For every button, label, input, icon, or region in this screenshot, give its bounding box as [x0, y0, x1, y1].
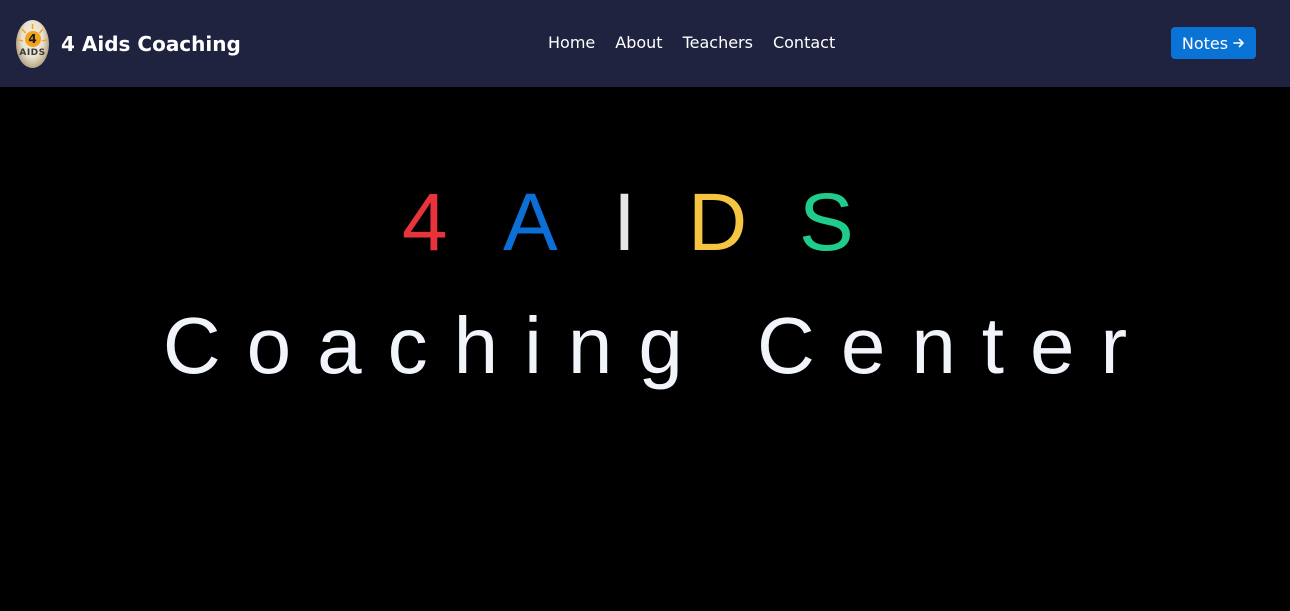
logo-word: AIDS [19, 47, 46, 58]
hero-letter-i: I [613, 177, 636, 268]
logo-number: 4 [24, 30, 41, 47]
hero-subtitle: Coaching Center [162, 301, 1154, 390]
aids-title: 4 A I D S [0, 177, 1290, 268]
main-nav: Home About Teachers Contact [548, 33, 835, 53]
hero-letter-a: A [503, 177, 558, 268]
nav-link-teachers[interactable]: Teachers [683, 33, 753, 53]
hero-letter-d: D [688, 177, 748, 268]
brand-name[interactable]: 4 Aids Coaching [61, 32, 241, 56]
brand-link[interactable]: 4 AIDS 4 Aids Coaching [16, 19, 241, 69]
notes-button-label: Notes [1181, 33, 1229, 53]
hero-letter-s: S [799, 177, 854, 268]
nav-link-home[interactable]: Home [548, 33, 595, 53]
nav-link-about[interactable]: About [615, 33, 662, 53]
arrow-right-icon [1233, 38, 1244, 48]
notes-button[interactable]: Notes [1171, 27, 1256, 59]
logo-text: 4 AIDS [19, 30, 46, 58]
nav-link-contact[interactable]: Contact [773, 33, 835, 53]
hero-section: 4 A I D S Coaching Center [0, 87, 1290, 611]
top-navbar: 4 AIDS 4 Aids Coaching Home About Teache… [0, 0, 1290, 87]
hero-letter-4: 4 [402, 177, 448, 268]
4-aids-logo-icon: 4 AIDS [16, 20, 49, 68]
